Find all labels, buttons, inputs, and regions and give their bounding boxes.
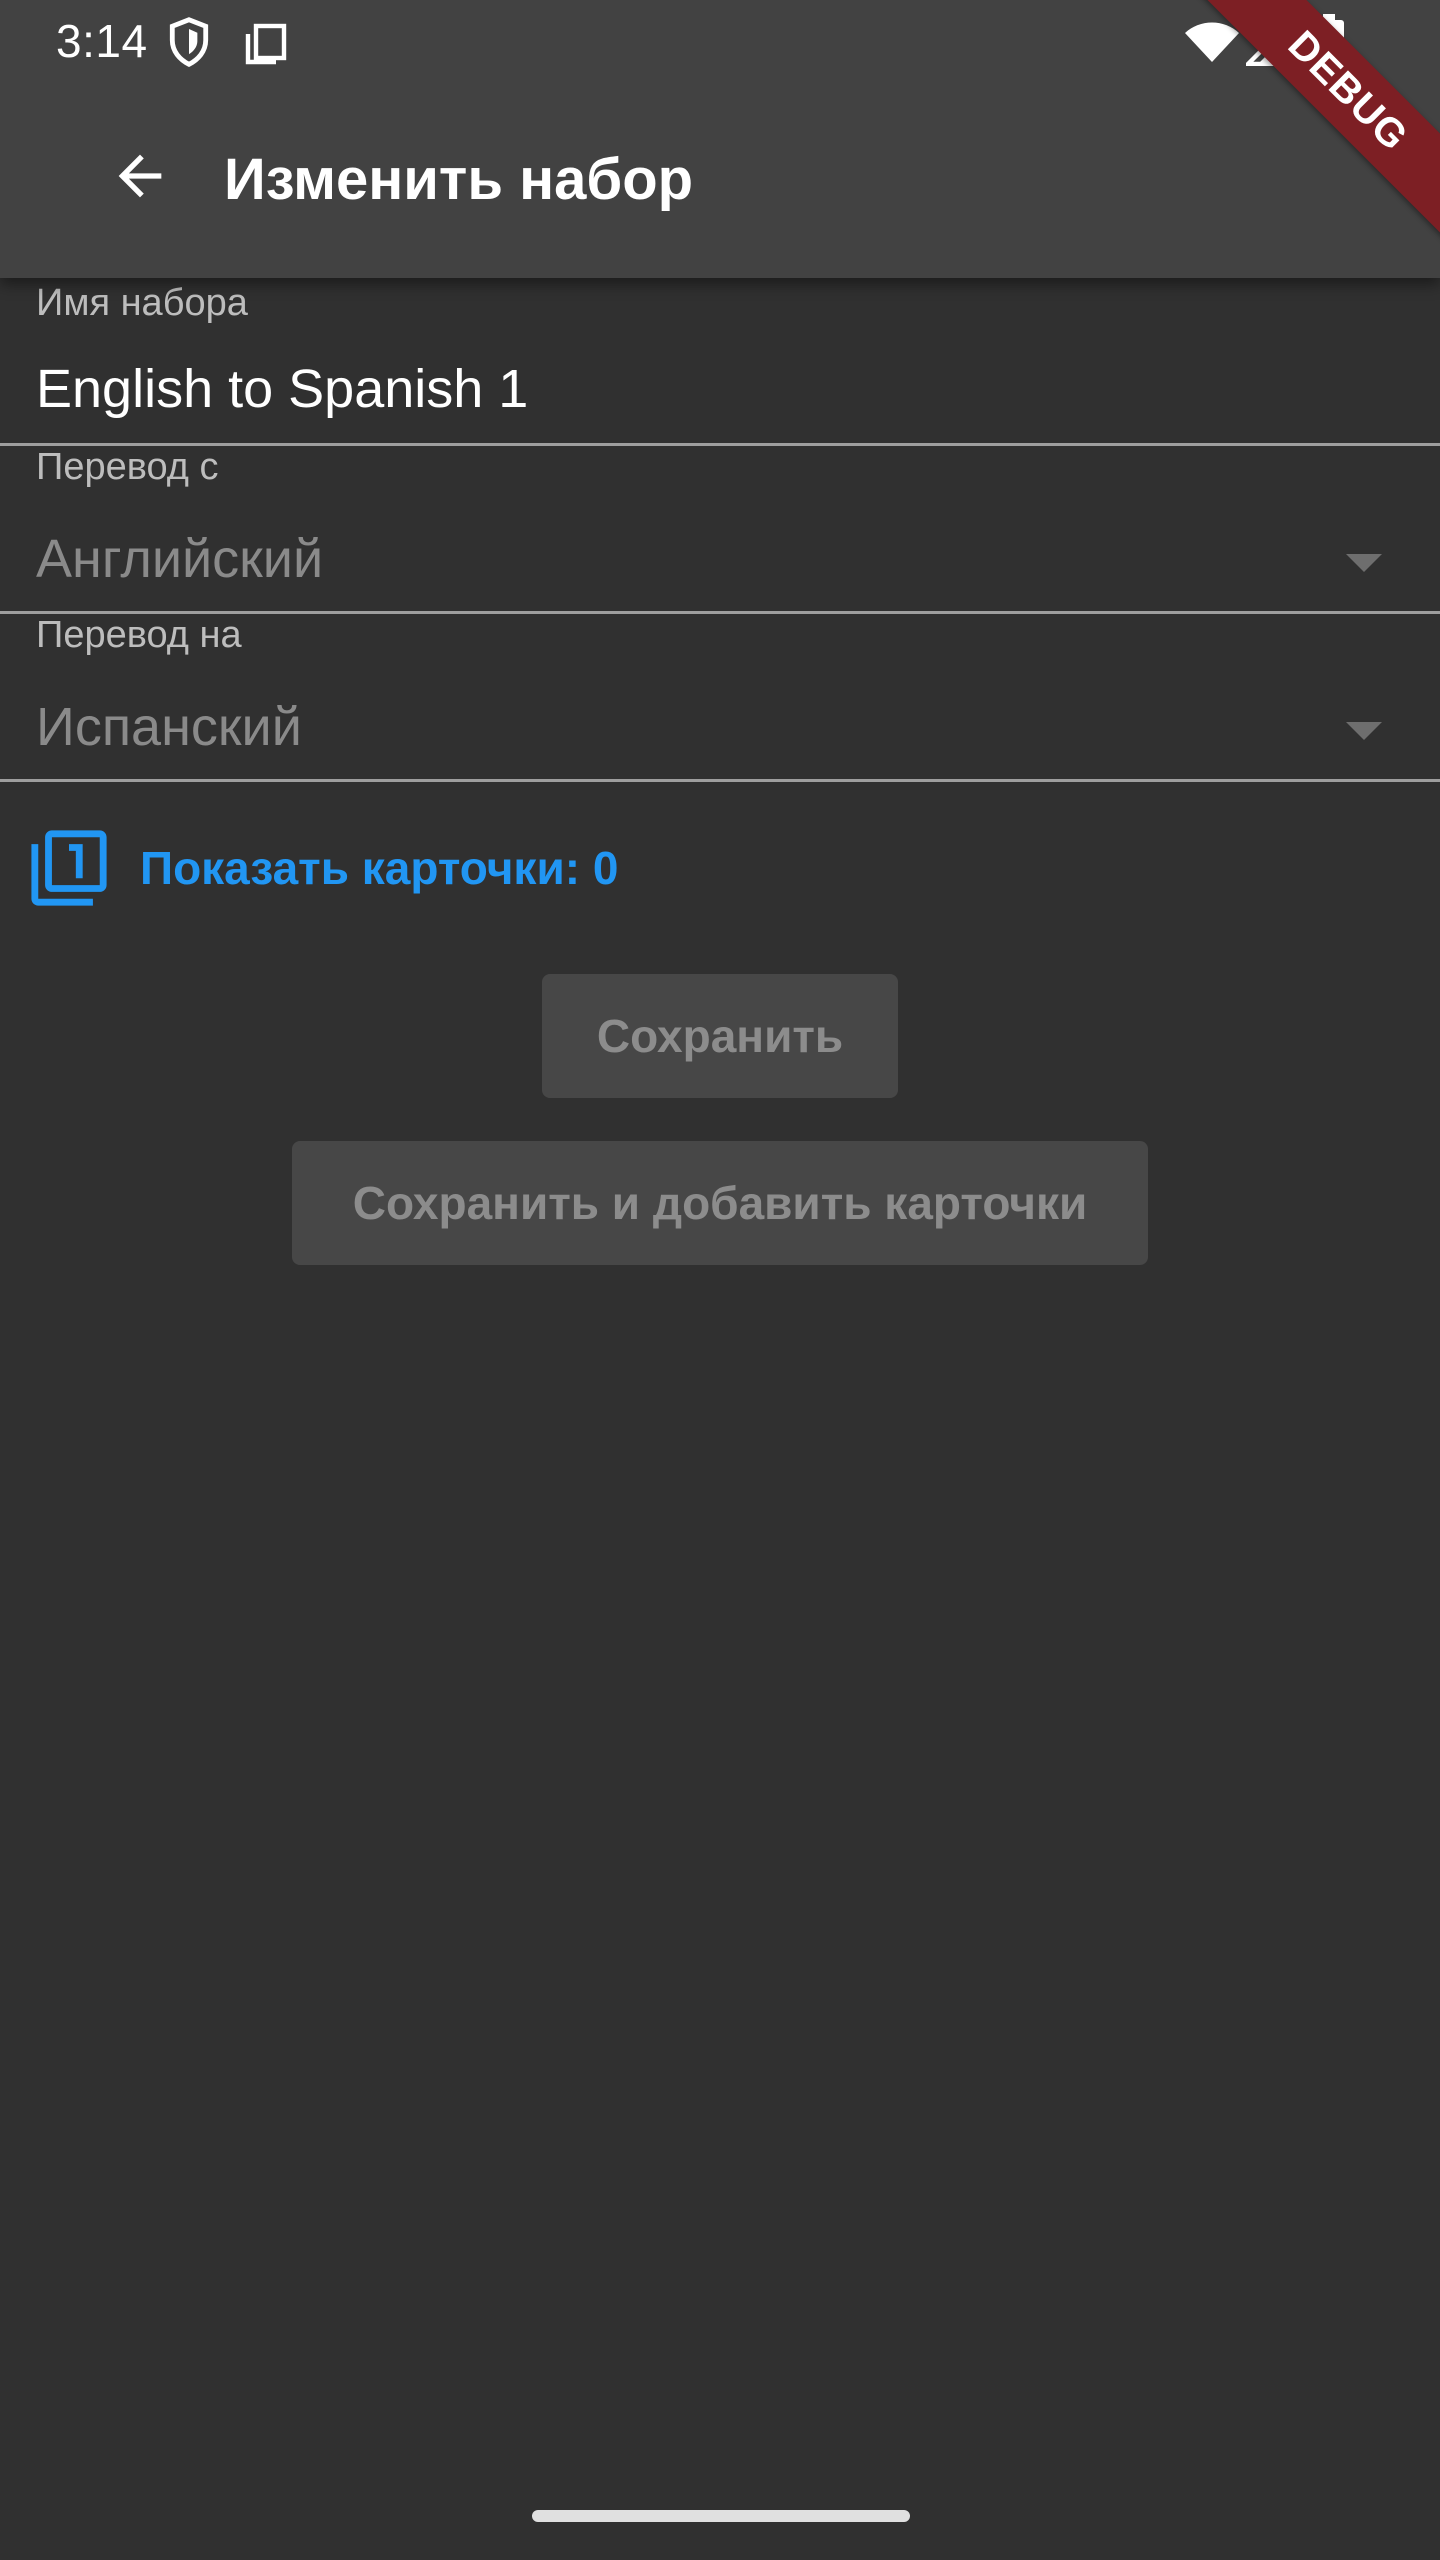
save-button[interactable]: Сохранить [542, 974, 898, 1098]
translate-to-dropdown[interactable]: Перевод на Испанский [0, 614, 1440, 782]
top-bar: 3:14 Изменить набор [0, 0, 1440, 278]
wifi-icon [1185, 22, 1239, 62]
screen: 3:14 Изменить набор DEBUG Имя набора Eng… [0, 0, 1440, 2560]
translate-from-label: Перевод с [36, 446, 219, 488]
status-time: 3:14 [56, 15, 148, 67]
show-cards-label[interactable]: Показать карточки: 0 [140, 841, 618, 895]
set-name-field[interactable]: Имя набора English to Spanish 1 [0, 278, 1440, 446]
translate-from-value[interactable]: Английский [36, 528, 323, 590]
back-button[interactable] [90, 126, 190, 226]
set-name-input[interactable]: English to Spanish 1 [36, 358, 528, 420]
dropdown-arrow-icon[interactable] [1346, 722, 1382, 740]
copy-icon [245, 23, 287, 65]
save-and-add-cards-button[interactable]: Сохранить и добавить карточки [292, 1141, 1148, 1265]
translate-from-dropdown[interactable]: Перевод с Английский [0, 446, 1440, 614]
translate-to-value[interactable]: Испанский [36, 696, 302, 758]
app-bar: Изменить набор [0, 84, 1440, 278]
dropdown-arrow-icon[interactable] [1346, 554, 1382, 572]
home-indicator[interactable] [532, 2510, 910, 2522]
shield-icon [169, 17, 209, 67]
translate-to-label: Перевод на [36, 614, 242, 656]
show-cards-link[interactable]: Показать карточки: 0 [28, 826, 618, 910]
set-name-label: Имя набора [36, 282, 248, 324]
filter-1-icon [31, 830, 107, 906]
arrow-back-icon [118, 154, 162, 198]
page-title: Изменить набор [224, 147, 694, 212]
